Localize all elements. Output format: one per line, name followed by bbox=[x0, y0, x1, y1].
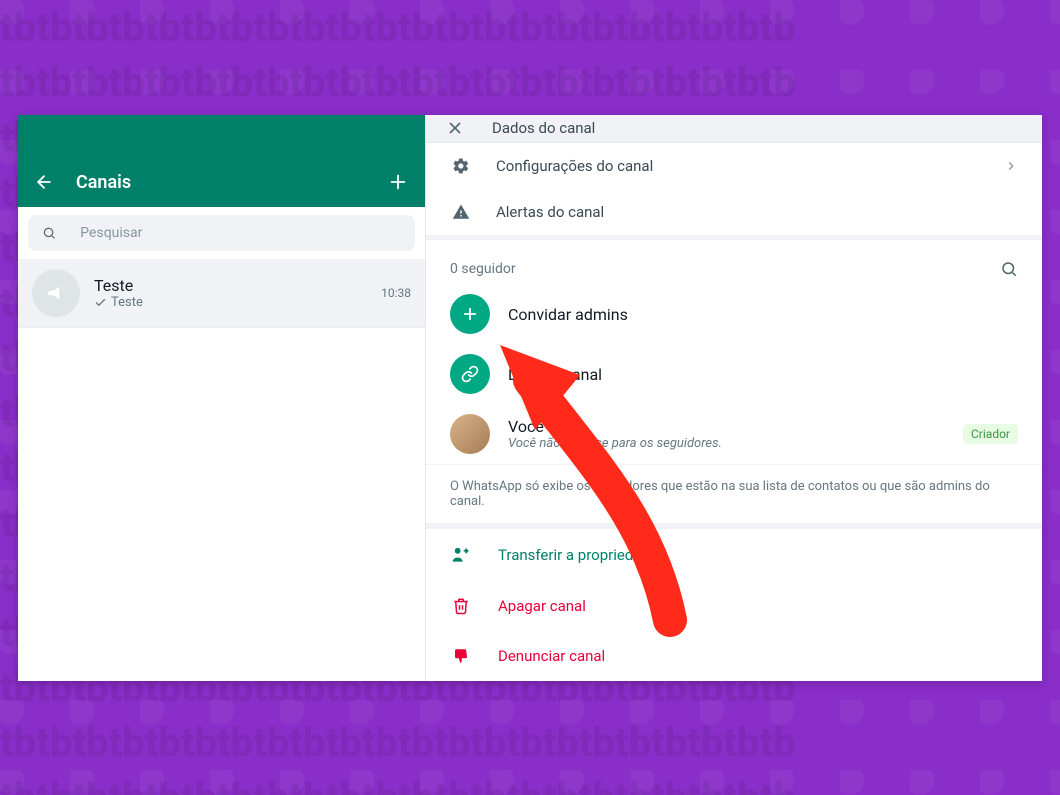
new-channel-button[interactable] bbox=[387, 171, 409, 193]
sidebar-title: Canais bbox=[76, 172, 387, 193]
followers-header: 0 seguidor bbox=[426, 240, 1042, 284]
settings-section: Configurações do canal Alertas do canal bbox=[426, 143, 1042, 235]
report-channel-row[interactable]: Denunciar canal bbox=[426, 631, 1042, 681]
followers-search-button[interactable] bbox=[1000, 260, 1018, 278]
close-button[interactable] bbox=[446, 119, 464, 137]
link-icon bbox=[450, 354, 490, 394]
report-channel-label: Denunciar canal bbox=[498, 647, 605, 665]
followers-note: O WhatsApp só exibe os seguidores que es… bbox=[426, 464, 1042, 523]
gear-icon bbox=[450, 157, 472, 175]
search-container bbox=[18, 207, 425, 259]
channel-alerts-row[interactable]: Alertas do canal bbox=[426, 189, 1042, 235]
delete-channel-row[interactable]: Apagar canal bbox=[426, 581, 1042, 631]
transfer-ownership-label: Transferir a propriedade bbox=[498, 546, 658, 564]
sidebar-header: Canais bbox=[18, 115, 425, 207]
channel-link-label: Link do canal bbox=[508, 365, 602, 384]
channel-settings-row[interactable]: Configurações do canal bbox=[426, 143, 1042, 189]
transfer-ownership-row[interactable]: Transferir a propriedade bbox=[426, 529, 1042, 581]
followers-section: 0 seguidor Convidar admins Link do canal bbox=[426, 240, 1042, 523]
channel-subtitle-row: Teste bbox=[94, 295, 381, 310]
search-input[interactable] bbox=[80, 225, 401, 241]
avatar bbox=[450, 414, 490, 454]
check-icon bbox=[94, 296, 107, 309]
megaphone-icon bbox=[43, 280, 69, 306]
sidebar: Canais Teste Teste 1 bbox=[18, 115, 426, 681]
member-name: Você bbox=[508, 417, 722, 436]
channel-text: Teste Teste bbox=[94, 276, 381, 310]
app-window: Canais Teste Teste 1 bbox=[18, 115, 1042, 681]
member-subtitle: Você não aparece para os seguidores. bbox=[508, 436, 722, 451]
channel-subtitle: Teste bbox=[111, 295, 143, 310]
search-icon bbox=[42, 225, 56, 241]
panel-header: Dados do canal bbox=[426, 115, 1042, 143]
transfer-icon bbox=[450, 545, 472, 565]
chevron-right-icon bbox=[1004, 159, 1018, 173]
warning-icon bbox=[450, 203, 472, 221]
member-row-self[interactable]: Você Você não aparece para os seguidores… bbox=[426, 404, 1042, 464]
search-icon bbox=[1000, 260, 1018, 278]
channel-name: Teste bbox=[94, 276, 381, 295]
creator-badge: Criador bbox=[963, 424, 1018, 444]
channel-list-item[interactable]: Teste Teste 10:38 bbox=[18, 259, 425, 328]
trash-icon bbox=[450, 597, 472, 615]
channel-settings-label: Configurações do canal bbox=[496, 157, 653, 175]
member-text: Você Você não aparece para os seguidores… bbox=[508, 417, 722, 451]
channel-time: 10:38 bbox=[381, 286, 411, 300]
delete-channel-label: Apagar canal bbox=[498, 597, 586, 615]
close-icon bbox=[446, 119, 464, 137]
channel-link-row[interactable]: Link do canal bbox=[426, 344, 1042, 404]
plus-icon bbox=[387, 171, 409, 193]
followers-count: 0 seguidor bbox=[450, 261, 516, 277]
invite-admins-row[interactable]: Convidar admins bbox=[426, 284, 1042, 344]
danger-section: Transferir a propriedade Apagar canal De… bbox=[426, 529, 1042, 681]
arrow-left-icon bbox=[34, 172, 54, 192]
details-panel: Dados do canal Configurações do canal Al… bbox=[426, 115, 1042, 681]
channel-avatar bbox=[32, 269, 80, 317]
panel-title: Dados do canal bbox=[492, 119, 595, 137]
back-button[interactable] bbox=[34, 172, 62, 192]
channel-alerts-label: Alertas do canal bbox=[496, 203, 604, 221]
invite-admins-plus-icon bbox=[450, 294, 490, 334]
search-box[interactable] bbox=[28, 215, 415, 251]
thumbs-down-icon bbox=[450, 647, 472, 665]
invite-admins-label: Convidar admins bbox=[508, 305, 628, 324]
